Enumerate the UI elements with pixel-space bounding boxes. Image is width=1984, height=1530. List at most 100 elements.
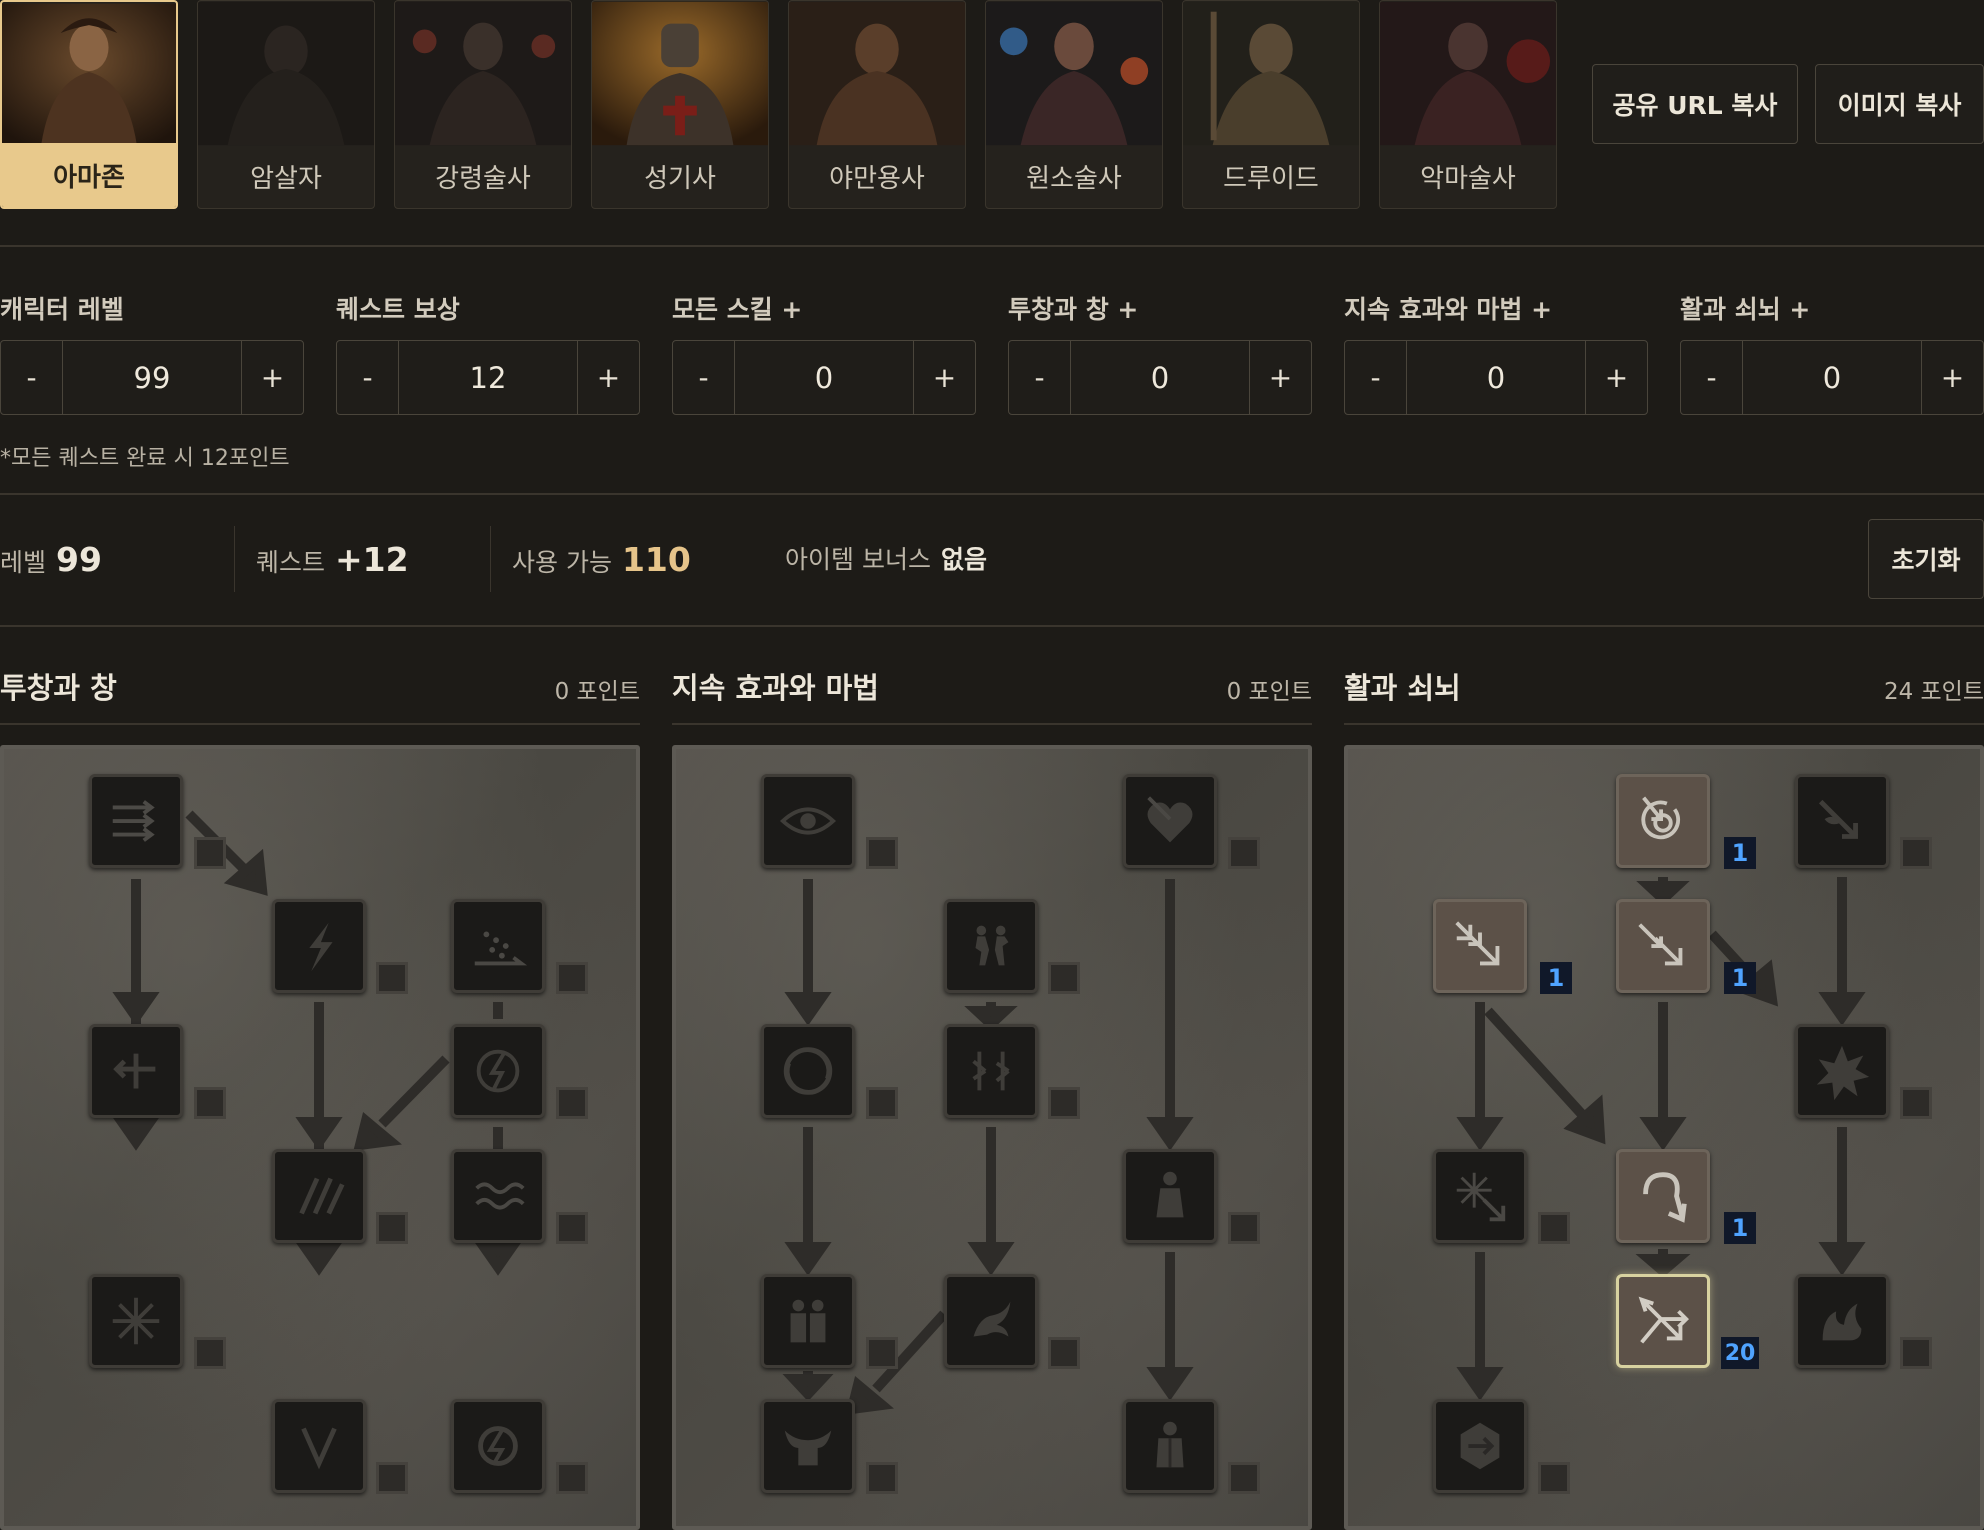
skill-impale[interactable] (89, 1024, 183, 1118)
skill-fire-arrow[interactable] (1795, 774, 1889, 868)
increment-button[interactable]: + (1921, 341, 1983, 414)
quest-reward-value[interactable]: 12 (399, 341, 577, 414)
skill-charged-strike[interactable] (272, 1149, 366, 1243)
class-tab-warlock[interactable]: 악마술사 (1379, 0, 1557, 209)
bow-crossbow-stepper: - 0 + (1680, 340, 1984, 415)
skill-points-empty (556, 1212, 588, 1244)
decrement-button[interactable]: - (1681, 341, 1743, 414)
skill-lightning-strike[interactable] (272, 1399, 366, 1493)
increment-button[interactable]: + (1585, 341, 1647, 414)
tree-title-javelin: 투창과 창 (0, 671, 117, 705)
skill-points-empty (194, 1337, 226, 1369)
fury-icon (478, 1426, 518, 1466)
strafe-arrows-icon (1638, 1296, 1689, 1344)
skill-strafe[interactable] (1616, 1274, 1710, 1368)
character-level-value[interactable]: 99 (63, 341, 241, 414)
passive-magic-stepper: - 0 + (1344, 340, 1648, 415)
plague-icon (475, 1182, 525, 1210)
skill-lightning-fury[interactable] (451, 1399, 545, 1493)
class-tab-necromancer[interactable]: 강령술사 (394, 0, 572, 209)
increment-button[interactable]: + (577, 341, 639, 414)
class-tab-paladin[interactable]: 성기사 (591, 0, 769, 209)
tree-title-bow: 활과 쇠뇌 (1344, 671, 1461, 705)
skill-evade[interactable] (944, 1274, 1038, 1368)
skill-points-empty (556, 1087, 588, 1119)
twin-figure-icon (790, 1299, 826, 1343)
skill-points-empty (194, 1087, 226, 1119)
skill-valkyrie[interactable] (761, 1399, 855, 1493)
copy-share-url-button[interactable]: 공유 URL 복사 (1592, 64, 1798, 144)
fork-icon (301, 1427, 337, 1470)
available-summary-label: 사용 가능 (512, 548, 612, 577)
sorceress-portrait (986, 1, 1162, 146)
class-tab-label: 드루이드 (1223, 163, 1319, 194)
divider (1344, 723, 1984, 725)
decrement-button[interactable]: - (1345, 341, 1407, 414)
skill-slow-missiles[interactable] (761, 1024, 855, 1118)
skill-ice-arrow[interactable] (1433, 1149, 1527, 1243)
quest-reward-label: 퀘스트 보상 (336, 295, 460, 324)
increment-button[interactable]: + (913, 341, 975, 414)
class-tab-druid[interactable]: 드루이드 (1182, 0, 1360, 209)
skill-jab[interactable] (89, 774, 183, 868)
skill-poison-javelin[interactable] (451, 899, 545, 993)
increment-button[interactable]: + (1249, 341, 1311, 414)
assassin-portrait (198, 1, 374, 146)
skill-critical-strike[interactable] (1123, 774, 1217, 868)
skill-immolation-arrow[interactable] (1795, 1274, 1889, 1368)
horned-helm-icon (784, 1430, 832, 1466)
reset-button[interactable]: 초기화 (1868, 519, 1984, 599)
increment-button[interactable]: + (241, 341, 303, 414)
decrement-button[interactable]: - (1009, 341, 1071, 414)
skill-fend[interactable] (89, 1274, 183, 1368)
skill-freezing-arrow[interactable] (1433, 1399, 1527, 1493)
quest-reward-stepper: - 12 + (336, 340, 640, 415)
skill-inner-sight[interactable] (761, 774, 855, 868)
skill-dodge[interactable] (944, 899, 1038, 993)
multi-arrow-icon (1638, 923, 1683, 966)
level-summary-label: 레벨 (0, 548, 47, 577)
passive-magic-value[interactable]: 0 (1407, 341, 1585, 414)
decrement-button[interactable]: - (1, 341, 63, 414)
skill-guided-arrow[interactable] (1616, 1149, 1710, 1243)
skill-points-empty (1900, 1087, 1932, 1119)
skill-cold-arrow[interactable] (1433, 899, 1527, 993)
skill-points-magic-arrow: 1 (1724, 837, 1756, 869)
skill-decoy[interactable] (761, 1274, 855, 1368)
snowflake-arrow-icon (1456, 1172, 1506, 1222)
skill-penetrate[interactable] (1123, 1149, 1217, 1243)
bow-crossbow-value[interactable]: 0 (1743, 341, 1921, 414)
skill-tree-passive (672, 745, 1312, 1530)
decrement-button[interactable]: - (673, 341, 735, 414)
all-skills-label: 모든 스킬 + (672, 295, 803, 324)
class-tab-sorceress[interactable]: 원소술사 (985, 0, 1163, 209)
skill-multiple-shot[interactable] (1616, 899, 1710, 993)
skill-lightning-bolt[interactable] (451, 1024, 545, 1118)
class-tab-label: 원소술사 (1026, 163, 1122, 194)
class-tab-amazon[interactable]: 아마존 (0, 0, 178, 209)
skill-avoid[interactable] (944, 1024, 1038, 1118)
skill-exploding-arrow[interactable] (1795, 1024, 1889, 1118)
copy-image-button[interactable]: 이미지 복사 (1815, 64, 1984, 144)
druid-portrait (1183, 1, 1359, 146)
class-tab-barbarian[interactable]: 야만용사 (788, 0, 966, 209)
skill-power-strike[interactable] (272, 899, 366, 993)
divider (490, 526, 491, 592)
target-arrow-icon (1641, 796, 1681, 840)
skill-pierce[interactable] (1123, 1399, 1217, 1493)
class-tab-assassin[interactable]: 암살자 (197, 0, 375, 209)
javelin-spear-value[interactable]: 0 (1071, 341, 1249, 414)
skill-plague-javelin[interactable] (451, 1149, 545, 1243)
all-skills-value[interactable]: 0 (735, 341, 913, 414)
skill-points-empty (376, 1462, 408, 1494)
quest-summary-label: 퀘스트 (256, 548, 326, 577)
skill-magic-arrow[interactable] (1616, 774, 1710, 868)
skill-points-empty (556, 962, 588, 994)
skill-tree-bow: 1 1 1 1 20 (1344, 745, 1984, 1530)
decrement-button[interactable]: - (337, 341, 399, 414)
skill-points-empty (1048, 1337, 1080, 1369)
javelin-spear-label: 투창과 창 + (1008, 295, 1139, 324)
character-level-label: 캐릭터 레벨 (0, 295, 124, 324)
divider (0, 625, 1984, 627)
necromancer-portrait (395, 1, 571, 146)
